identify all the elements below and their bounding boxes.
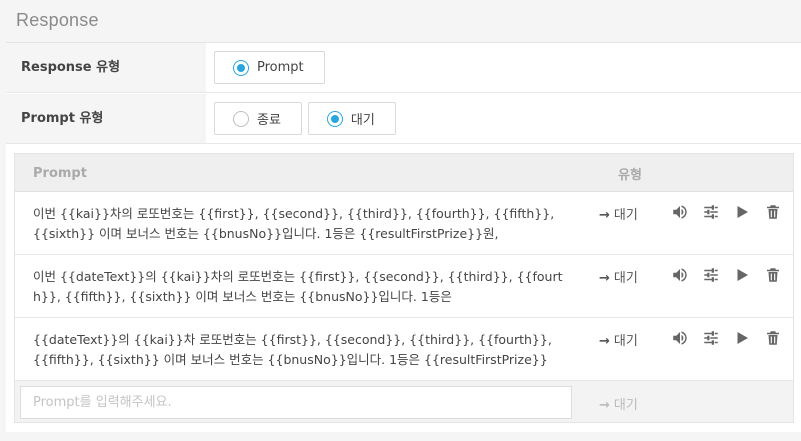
response-form: Response 유형 Prompt Prompt 유형 종료 대기 Promp…: [6, 42, 801, 432]
table-header: Prompt 유형: [15, 154, 793, 192]
prompt-text[interactable]: {{dateText}}의 {{kai}}차 로또번호는 {{first}}, …: [33, 330, 573, 372]
prompt-type-label: Prompt 유형: [6, 94, 206, 143]
prompt-table: Prompt 유형 이번 {{kai}}차의 로또번호는 {{first}}, …: [14, 153, 794, 423]
arrow-icon: →: [599, 271, 610, 286]
row-type: → 대기: [599, 267, 638, 286]
prompt-text[interactable]: 이번 {{dateText}}의 {{kai}}차의 로또번호는 {{first…: [33, 267, 573, 309]
row-type: → 대기: [599, 204, 638, 223]
arrow-icon: →: [599, 208, 610, 223]
prompt-text[interactable]: 이번 {{kai}}차의 로또번호는 {{first}}, {{second}}…: [33, 204, 573, 246]
new-prompt-type-label: 대기: [613, 398, 638, 413]
sliders-icon[interactable]: [702, 329, 720, 347]
arrow-icon: →: [599, 334, 610, 349]
prompt-type-row: Prompt 유형 종료 대기: [6, 94, 801, 144]
radio-option-wait[interactable]: 대기: [307, 102, 396, 135]
radio-option-end[interactable]: 종료: [214, 102, 302, 135]
response-type-label: Response 유형: [6, 43, 206, 92]
trash-icon[interactable]: [764, 266, 782, 284]
volume-icon[interactable]: [671, 266, 689, 284]
table-row[interactable]: 이번 {{dateText}}의 {{kai}}차의 로또번호는 {{first…: [15, 255, 793, 318]
volume-icon[interactable]: [671, 203, 689, 221]
play-icon[interactable]: [733, 203, 751, 221]
section-title: Response: [16, 10, 99, 30]
radio-option-label: 대기: [350, 113, 375, 128]
volume-icon[interactable]: [671, 329, 689, 347]
radio-indicator[interactable]: [233, 59, 249, 76]
column-header-prompt: Prompt: [33, 165, 87, 181]
row-type: → 대기: [599, 330, 638, 349]
response-type-row: Response 유형 Prompt: [6, 43, 801, 93]
prompt-input[interactable]: [20, 386, 572, 419]
radio-indicator[interactable]: [233, 110, 249, 127]
table-row[interactable]: 이번 {{kai}}차의 로또번호는 {{first}}, {{second}}…: [15, 192, 793, 255]
new-prompt-row: →대기: [15, 381, 793, 422]
column-header-type: 유형: [618, 167, 642, 183]
arrow-icon: →: [599, 398, 610, 413]
row-type-label: 대기: [613, 271, 638, 286]
play-icon[interactable]: [733, 266, 751, 284]
play-icon[interactable]: [733, 329, 751, 347]
row-type-label: 대기: [613, 208, 638, 223]
radio-indicator[interactable]: [326, 110, 343, 127]
sliders-icon[interactable]: [702, 266, 720, 284]
radio-option-prompt[interactable]: Prompt: [214, 51, 325, 84]
sliders-icon[interactable]: [702, 203, 720, 221]
table-row[interactable]: {{dateText}}의 {{kai}}차 로또번호는 {{first}}, …: [15, 318, 793, 381]
trash-icon[interactable]: [764, 203, 782, 221]
new-prompt-type: → 대기: [599, 394, 638, 413]
radio-option-label: 종료: [257, 113, 281, 128]
row-type-label: 대기: [613, 334, 638, 349]
radio-option-label: Prompt: [257, 60, 304, 75]
trash-icon[interactable]: [764, 329, 782, 347]
